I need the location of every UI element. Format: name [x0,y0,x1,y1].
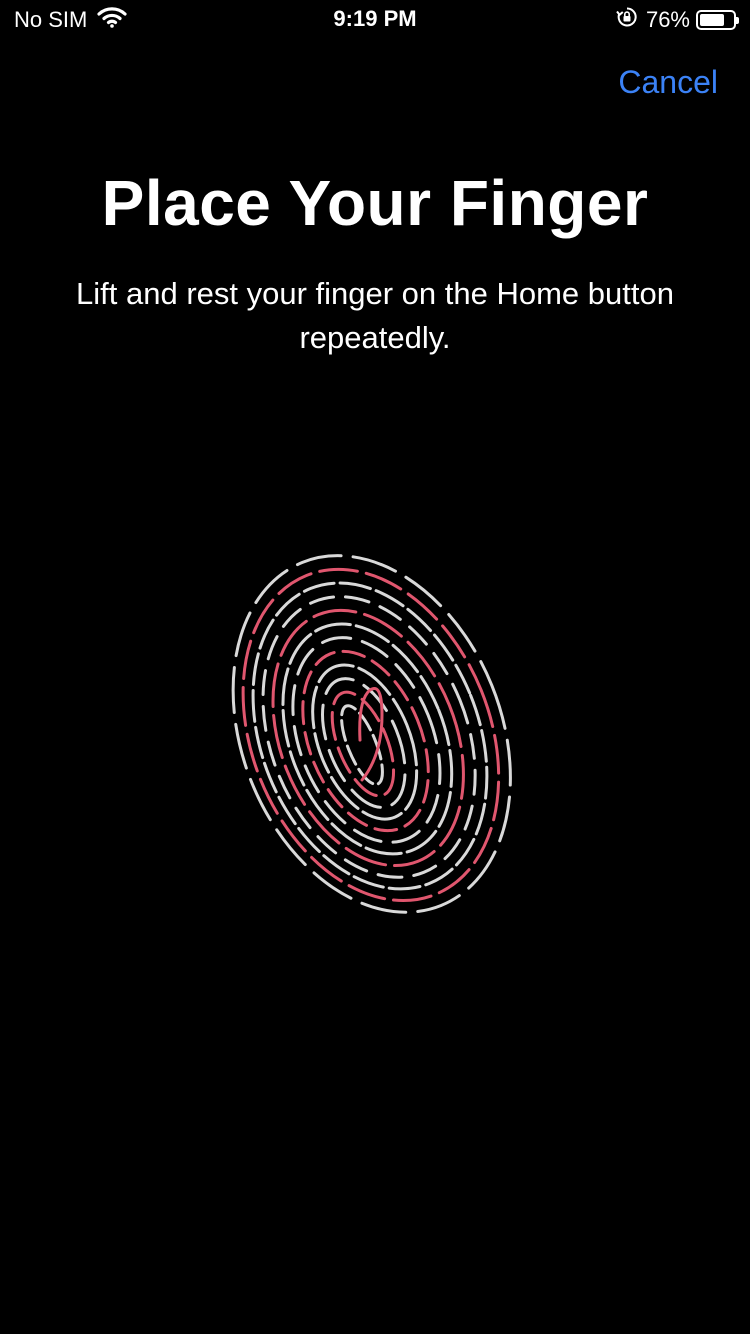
status-right: 76% [616,6,739,34]
fingerprint-ridge [321,677,407,809]
battery-percent: 76% [645,7,690,32]
orientation-lock-icon [616,6,638,34]
page-title: Place Your Finger [101,167,649,239]
cancel-button[interactable]: Cancel [618,64,718,101]
fingerprint-core [358,687,384,782]
status-bar: No SIM 9:19 PM 76% [0,0,750,40]
fingerprint-icon [230,540,520,970]
battery-icon [696,10,739,30]
instructions-text: Lift and rest your finger on the Home bu… [76,276,674,355]
touch-id-enrollment-screen: No SIM 9:19 PM 76% Cancel Place Your Fin… [0,0,750,1334]
fingerprint-ridge [231,554,512,914]
battery-fill [700,14,725,26]
fingerprint-ridge [311,663,419,821]
